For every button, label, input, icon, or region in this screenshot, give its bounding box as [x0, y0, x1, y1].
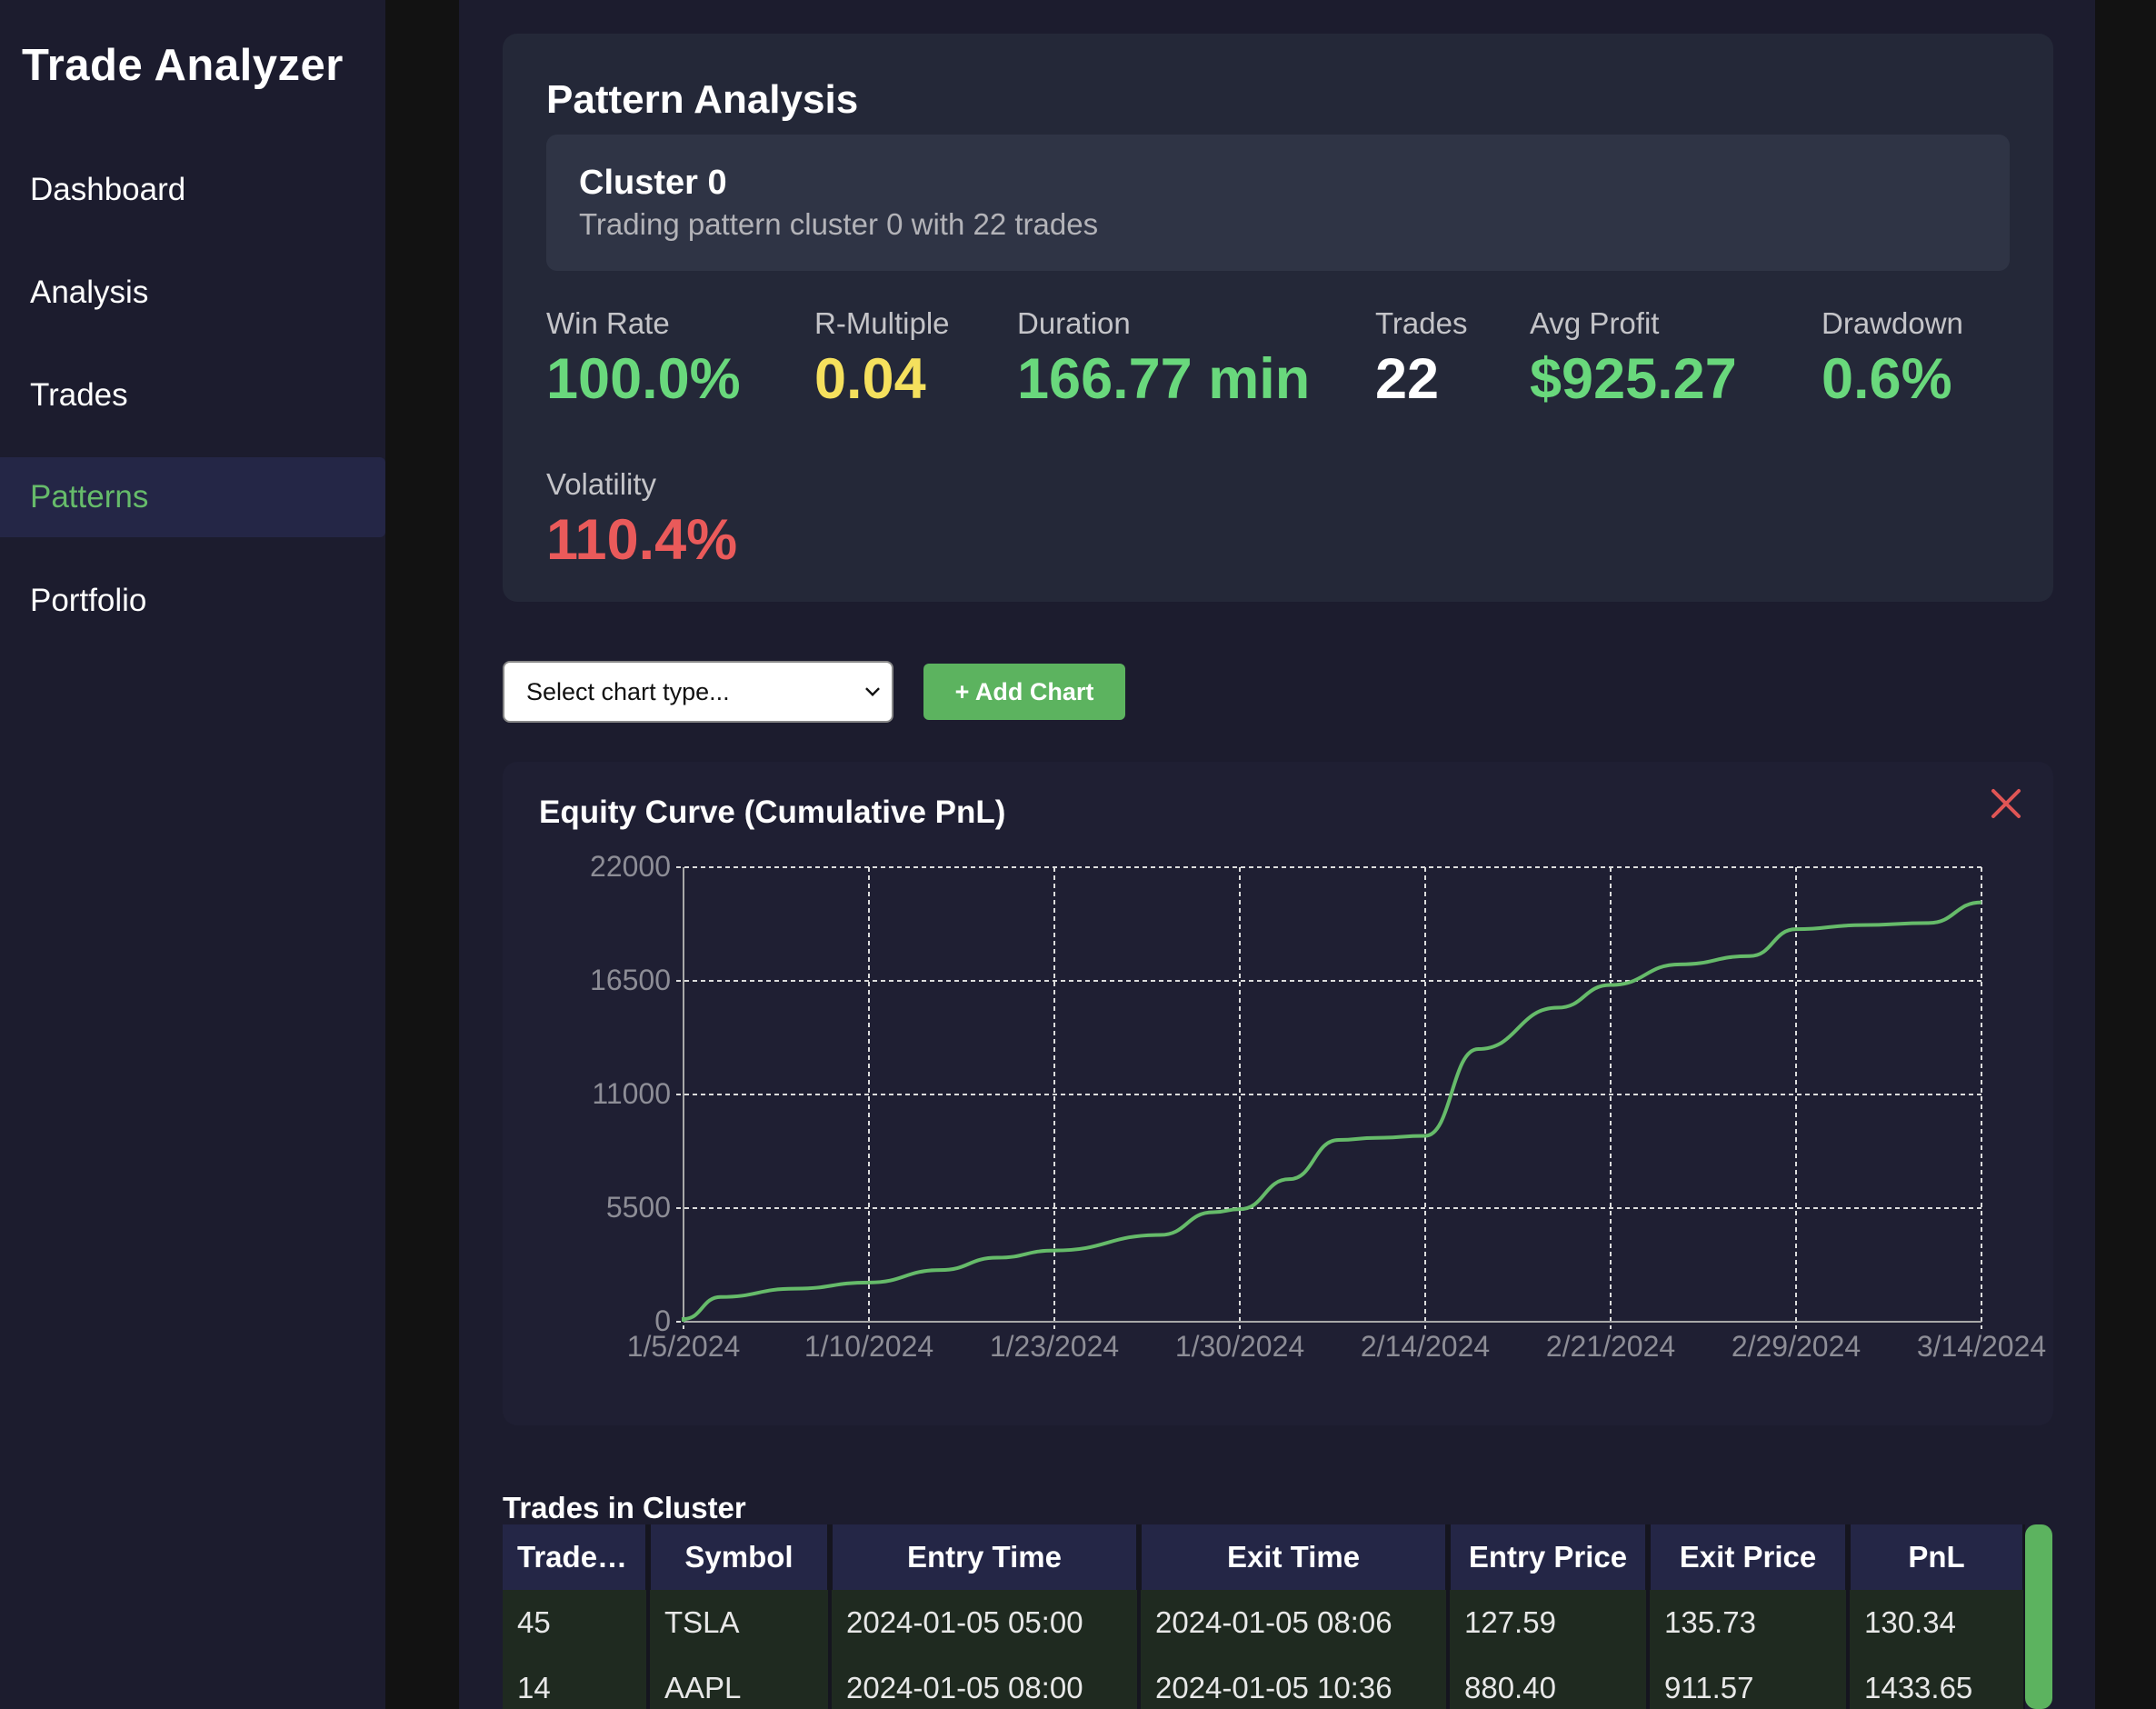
- metric-avg-profit: Avg Profit $925.27: [1530, 306, 1737, 412]
- trades-table: Trade ID Symbol Entry Time Exit Time Ent…: [503, 1524, 2025, 1709]
- cell-symbol: AAPL: [648, 1655, 832, 1709]
- column-header-exit-price[interactable]: Exit Price: [1648, 1524, 1851, 1590]
- x-tick-label: 1/30/2024: [1175, 1330, 1304, 1363]
- sidebar-item-patterns[interactable]: Patterns: [0, 457, 385, 537]
- cell-trade-id: 14: [503, 1655, 650, 1709]
- app-title: Trade Analyzer: [22, 41, 344, 90]
- sidebar-item-trades[interactable]: Trades: [0, 355, 385, 435]
- y-tick-label: 11000: [592, 1077, 671, 1110]
- column-header-trade-id[interactable]: Trade ID: [503, 1524, 651, 1590]
- cell-pnl: 1433.65: [1848, 1655, 2025, 1709]
- metric-value: 166.77 min: [1017, 347, 1311, 411]
- metric-value: 0.04: [814, 347, 926, 411]
- table-header-row: Trade ID Symbol Entry Time Exit Time Ent…: [503, 1524, 2025, 1590]
- cell-entry-time: 2024-01-05 08:00: [830, 1655, 1141, 1709]
- metric-trades: Trades 22: [1375, 306, 1467, 412]
- metric-label: Drawdown: [1822, 306, 1963, 340]
- cell-symbol: TSLA: [648, 1590, 832, 1655]
- chevron-down-icon: [865, 682, 880, 696]
- metric-value: 22: [1375, 347, 1440, 411]
- equity-chart-card: Equity Curve (Cumulative PnL) 0 5500 11000…: [503, 762, 2053, 1425]
- cell-entry-time: 2024-01-05 05:00: [830, 1590, 1141, 1655]
- metric-win-rate: Win Rate 100.0%: [546, 306, 741, 412]
- x-tick-label: 1/10/2024: [804, 1330, 933, 1363]
- chart-type-select[interactable]: Select chart type...: [503, 661, 893, 723]
- pattern-analysis-title: Pattern Analysis: [546, 77, 859, 122]
- column-header-entry-time[interactable]: Entry Time: [830, 1524, 1142, 1590]
- sidebar-item-portfolio[interactable]: Portfolio: [0, 561, 385, 641]
- sidebar: Trade Analyzer Dashboard Analysis Trades…: [0, 0, 385, 1709]
- metric-label: Win Rate: [546, 306, 670, 340]
- pattern-analysis-card: Pattern Analysis Cluster 0 Trading patte…: [503, 34, 2053, 602]
- column-header-entry-price[interactable]: Entry Price: [1448, 1524, 1651, 1590]
- metric-value: 110.4%: [546, 508, 738, 572]
- metric-r-multiple: R-Multiple 0.04: [814, 306, 950, 412]
- cell-exit-time: 2024-01-05 10:36: [1139, 1655, 1450, 1709]
- x-tick-label: 1/5/2024: [627, 1330, 741, 1363]
- cell-entry-price: 880.40: [1448, 1655, 1650, 1709]
- cell-entry-price: 127.59: [1448, 1590, 1650, 1655]
- cell-exit-price: 135.73: [1648, 1590, 1850, 1655]
- x-tick-label: 3/14/2024: [1917, 1330, 2046, 1363]
- cell-exit-time: 2024-01-05 08:06: [1139, 1590, 1450, 1655]
- metric-label: Trades: [1375, 306, 1468, 340]
- add-chart-button[interactable]: + Add Chart: [923, 664, 1125, 720]
- metric-value: 0.6%: [1822, 347, 1952, 411]
- metric-label: Volatility: [546, 467, 657, 501]
- metric-label: R-Multiple: [814, 306, 950, 340]
- chart-type-select-value: Select chart type...: [526, 677, 730, 705]
- table-row[interactable]: 45 TSLA 2024-01-05 05:00 2024-01-05 08:0…: [503, 1590, 2025, 1655]
- x-tick-label: 1/23/2024: [990, 1330, 1119, 1363]
- x-tick-label: 2/21/2024: [1546, 1330, 1675, 1363]
- metric-label: Duration: [1017, 306, 1131, 340]
- table-title: Trades in Cluster: [503, 1491, 746, 1524]
- metric-label: Avg Profit: [1530, 306, 1660, 340]
- cluster-summary: Cluster 0 Trading pattern cluster 0 with…: [546, 135, 2010, 271]
- x-tick-label: 2/29/2024: [1732, 1330, 1861, 1363]
- sidebar-item-dashboard[interactable]: Dashboard: [0, 150, 385, 230]
- metric-duration: Duration 166.77 min: [1017, 306, 1310, 412]
- x-tick-label: 2/14/2024: [1361, 1330, 1490, 1363]
- equity-chart: 055001100016500220001/5/2024 1/10/2024 1/2…: [590, 850, 2046, 1363]
- cell-trade-id: 45: [503, 1590, 650, 1655]
- metric-volatility: Volatility 110.4%: [546, 467, 737, 573]
- sidebar-item-analysis[interactable]: Analysis: [0, 253, 385, 333]
- cluster-name: Cluster 0: [579, 164, 727, 202]
- metric-value: $925.27: [1530, 347, 1737, 411]
- cluster-description: Trading pattern cluster 0 with 22 trades: [579, 207, 1099, 241]
- column-header-exit-time[interactable]: Exit Time: [1139, 1524, 1451, 1590]
- y-tick-label: 16500: [590, 964, 671, 996]
- equity-series-line: [682, 900, 1982, 1322]
- column-header-pnl[interactable]: PnL: [1848, 1524, 2025, 1590]
- table-row[interactable]: 14 AAPL 2024-01-05 08:00 2024-01-05 10:3…: [503, 1655, 2025, 1709]
- cell-pnl: 130.34: [1848, 1590, 2025, 1655]
- cell-exit-price: 911.57: [1648, 1655, 1850, 1709]
- column-header-symbol[interactable]: Symbol: [648, 1524, 833, 1590]
- y-tick-label: 5500: [606, 1191, 671, 1224]
- table-scrollbar[interactable]: [2025, 1524, 2052, 1709]
- metric-drawdown: Drawdown 0.6%: [1822, 306, 1963, 412]
- y-tick-label: 22000: [590, 850, 671, 883]
- metric-value: 100.0%: [546, 347, 741, 411]
